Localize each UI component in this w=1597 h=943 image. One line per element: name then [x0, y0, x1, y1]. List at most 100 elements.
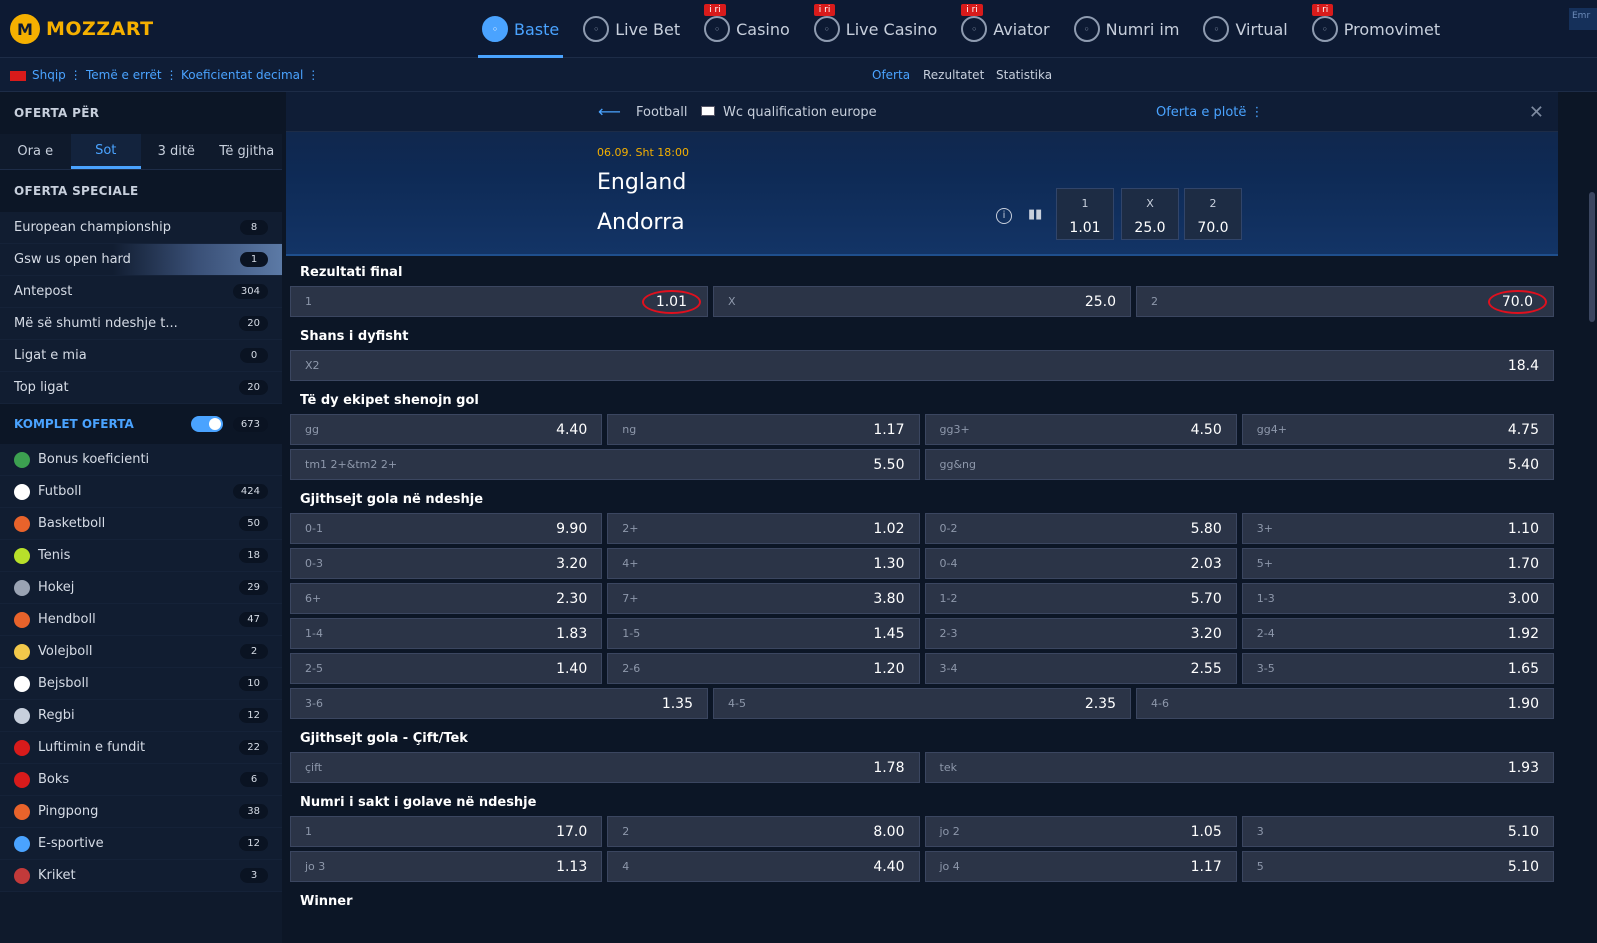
odd-cell[interactable]: 1 1.01: [290, 286, 708, 317]
odd-cell[interactable]: 1-2 5.70: [924, 583, 1237, 614]
language-selector[interactable]: Shqip ⋮: [10, 68, 82, 82]
back-arrow-icon[interactable]: ⟵: [598, 102, 621, 121]
breadcrumb-sport[interactable]: Football: [636, 105, 687, 120]
odd-cell[interactable]: tek 1.93: [924, 752, 1554, 783]
sport-item[interactable]: Bonus koeficienti: [0, 444, 282, 476]
tab-rezultatet[interactable]: Rezultatet: [923, 68, 984, 82]
info-icon[interactable]: i: [996, 208, 1012, 224]
odd-cell[interactable]: 3 5.10: [1241, 816, 1554, 847]
special-item[interactable]: Top ligat 20: [0, 372, 282, 404]
special-item[interactable]: Ligat e mia 0: [0, 340, 282, 372]
odd-cell[interactable]: X2 18.4: [290, 350, 1554, 381]
odd-cell[interactable]: 1-3 3.00: [1241, 583, 1554, 614]
odd-cell[interactable]: 4+ 1.30: [607, 548, 920, 579]
nav-item-promovimet[interactable]: i ri ◦ Promovimet: [1300, 0, 1452, 58]
odd-cell[interactable]: 4-5 2.35: [713, 688, 1131, 719]
odd-cell[interactable]: 2 8.00: [607, 816, 920, 847]
sport-item[interactable]: Tenis 18: [0, 540, 282, 572]
sport-item[interactable]: Bejsboll 10: [0, 668, 282, 700]
nav-item-baste[interactable]: ◦ Baste: [470, 0, 571, 58]
odd-cell[interactable]: 0-3 3.20: [290, 548, 603, 579]
odd-cell[interactable]: gg 4.40: [290, 414, 603, 445]
odd-cell[interactable]: 1 17.0: [290, 816, 603, 847]
odd-cell[interactable]: 2-5 1.40: [290, 653, 603, 684]
tab-oferta[interactable]: Oferta: [872, 68, 910, 82]
odd-cell[interactable]: jo 3 1.13: [290, 851, 603, 882]
odd-value: 18.4: [1507, 357, 1539, 374]
odd-cell[interactable]: 2-6 1.20: [607, 653, 920, 684]
odd-cell[interactable]: 2 70.0: [1136, 286, 1554, 317]
odd-cell[interactable]: jo 4 1.17: [924, 851, 1237, 882]
header-odd-1[interactable]: 1 1.01: [1056, 188, 1114, 240]
odd-cell[interactable]: 2-4 1.92: [1241, 618, 1554, 649]
odd-cell[interactable]: gg4+ 4.75: [1241, 414, 1554, 445]
odd-cell[interactable]: 3+ 1.10: [1241, 513, 1554, 544]
sport-item[interactable]: Boks 6: [0, 764, 282, 796]
tab-time-3[interactable]: Të gjitha: [212, 134, 283, 169]
odd-cell[interactable]: 5+ 1.70: [1241, 548, 1554, 579]
odd-cell[interactable]: X 25.0: [713, 286, 1131, 317]
special-item-count: 20: [239, 316, 268, 331]
odd-cell[interactable]: 0-1 9.90: [290, 513, 603, 544]
special-item[interactable]: Më së shumti ndeshje t... 20: [0, 308, 282, 340]
sport-item[interactable]: Kriket 3: [0, 860, 282, 892]
nav-item-numri-im[interactable]: ◦ Numri im: [1062, 0, 1192, 58]
tab-time-0[interactable]: Ora e: [0, 134, 71, 169]
tab-time-2[interactable]: 3 ditë: [141, 134, 212, 169]
odd-cell[interactable]: 3-6 1.35: [290, 688, 708, 719]
odd-cell[interactable]: 7+ 3.80: [607, 583, 920, 614]
odd-cell[interactable]: 4 4.40: [607, 851, 920, 882]
odd-cell[interactable]: jo 2 1.05: [924, 816, 1237, 847]
stats-icon[interactable]: ▮▮: [1028, 207, 1042, 222]
scrollbar[interactable]: [1585, 92, 1597, 943]
odd-cell[interactable]: 2+ 1.02: [607, 513, 920, 544]
special-item[interactable]: European championship 8: [0, 212, 282, 244]
odd-cell[interactable]: tm1 2+&tm2 2+ 5.50: [290, 449, 920, 480]
sport-item[interactable]: Hokej 29: [0, 572, 282, 604]
odd-cell[interactable]: 1-5 1.45: [607, 618, 920, 649]
nav-item-casino[interactable]: i ri ◦ Casino: [692, 0, 802, 58]
odd-cell[interactable]: 3-4 2.55: [924, 653, 1237, 684]
special-item[interactable]: Antepost 304: [0, 276, 282, 308]
theme-selector[interactable]: Temë e errët ⋮: [86, 68, 177, 82]
sport-item[interactable]: Pingpong 38: [0, 796, 282, 828]
odd-cell[interactable]: gg&ng 5.40: [924, 449, 1554, 480]
header-odd-2[interactable]: 2 70.0: [1184, 188, 1242, 240]
odd-cell[interactable]: 0-2 5.80: [924, 513, 1237, 544]
sport-item[interactable]: Regbi 12: [0, 700, 282, 732]
odd-cell[interactable]: 4-6 1.90: [1136, 688, 1554, 719]
sport-item[interactable]: Luftimin e fundit 22: [0, 732, 282, 764]
nav-item-live-bet[interactable]: ◦ Live Bet: [571, 0, 692, 58]
tab-time-1[interactable]: Sot: [70, 134, 141, 169]
odd-cell[interactable]: 0-4 2.03: [924, 548, 1237, 579]
odd-cell[interactable]: 1-4 1.83: [290, 618, 603, 649]
sport-item[interactable]: Hendboll 47: [0, 604, 282, 636]
special-item[interactable]: Gsw us open hard 1: [0, 244, 282, 276]
odd-key: 5+: [1256, 557, 1273, 570]
odd-cell[interactable]: gg3+ 4.50: [924, 414, 1237, 445]
sport-count: 12: [239, 708, 268, 723]
scrollbar-thumb[interactable]: [1589, 192, 1595, 322]
nav-item-virtual[interactable]: ◦ Virtual: [1191, 0, 1299, 58]
odd-cell[interactable]: 2-3 3.20: [924, 618, 1237, 649]
odd-cell[interactable]: 5 5.10: [1241, 851, 1554, 882]
nav-item-aviator[interactable]: i ri ◦ Aviator: [949, 0, 1061, 58]
odd-cell[interactable]: çift 1.78: [290, 752, 920, 783]
odds-format-selector[interactable]: Koeficientat decimal ⋮: [181, 68, 319, 82]
sport-item[interactable]: E-sportive 12: [0, 828, 282, 860]
odd-cell[interactable]: ng 1.17: [607, 414, 920, 445]
sport-item[interactable]: Futboll 424: [0, 476, 282, 508]
corner-label[interactable]: Emr: [1569, 8, 1597, 30]
logo[interactable]: M MOZZART: [10, 12, 154, 46]
sport-item[interactable]: Basketboll 50: [0, 508, 282, 540]
header-odd-x[interactable]: X 25.0: [1121, 188, 1179, 240]
close-icon[interactable]: ✕: [1529, 102, 1544, 123]
nav-item-live-casino[interactable]: i ri ◦ Live Casino: [802, 0, 949, 58]
full-offer-link[interactable]: Oferta e plotë ⋮: [1156, 105, 1264, 120]
tab-statistika[interactable]: Statistika: [996, 68, 1052, 82]
odd-cell[interactable]: 6+ 2.30: [290, 583, 603, 614]
breadcrumb-league[interactable]: Wc qualification europe: [723, 105, 877, 120]
sport-item[interactable]: Volejboll 2: [0, 636, 282, 668]
full-offer-toggle[interactable]: [190, 416, 223, 432]
odd-cell[interactable]: 3-5 1.65: [1241, 653, 1554, 684]
